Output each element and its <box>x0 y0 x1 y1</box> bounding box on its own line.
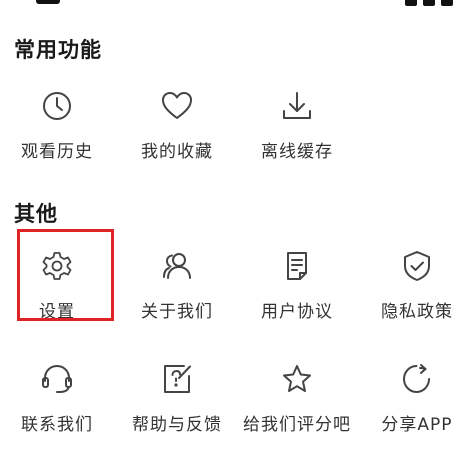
star-icon <box>280 362 314 396</box>
grid-item-label: 观看历史 <box>21 142 93 162</box>
wifi-icon <box>423 0 435 6</box>
grid-item-privacy-policy[interactable]: 隐私政策 <box>372 249 462 339</box>
download-icon <box>280 89 314 123</box>
grid-item-label: 我的收藏 <box>141 142 213 162</box>
shield-check-icon <box>400 249 434 283</box>
grid-item-user-agreement[interactable]: 用户协议 <box>252 249 342 339</box>
grid-item-help-feedback[interactable]: 帮助与反馈 <box>132 362 222 452</box>
signal-icon <box>405 0 417 6</box>
highlight-box <box>17 229 114 321</box>
section-title-other: 其他 <box>14 202 58 226</box>
document-icon <box>280 249 314 283</box>
help-edit-icon <box>160 362 194 396</box>
section-title-common: 常用功能 <box>14 38 102 62</box>
status-time <box>36 0 60 4</box>
share-refresh-icon <box>400 362 434 396</box>
grid-item-contact-us[interactable]: 联系我们 <box>12 362 102 452</box>
status-icons <box>405 0 453 6</box>
grid-item-about-us[interactable]: 关于我们 <box>132 249 222 339</box>
grid-item-rate-us[interactable]: 给我们评分吧 <box>243 362 350 452</box>
grid-item-label: 隐私政策 <box>381 302 453 322</box>
grid-item-label: 分享APP <box>381 415 453 435</box>
users-icon <box>160 249 194 283</box>
heart-icon <box>160 89 194 123</box>
grid-item-share-app[interactable]: 分享APP <box>372 362 462 452</box>
grid-item-label: 离线缓存 <box>261 142 333 162</box>
battery-icon <box>441 0 453 6</box>
clock-icon <box>40 89 74 123</box>
grid-item-label: 用户协议 <box>261 302 333 322</box>
grid-item-offline-cache[interactable]: 离线缓存 <box>252 89 342 179</box>
grid-item-label: 联系我们 <box>21 415 93 435</box>
grid-item-favorites[interactable]: 我的收藏 <box>132 89 222 179</box>
status-bar <box>0 0 473 8</box>
grid-item-history[interactable]: 观看历史 <box>12 89 102 179</box>
grid-item-label: 帮助与反馈 <box>132 415 222 435</box>
grid-item-label: 关于我们 <box>141 302 213 322</box>
headset-icon <box>40 362 74 396</box>
grid-item-label: 给我们评分吧 <box>243 415 351 435</box>
